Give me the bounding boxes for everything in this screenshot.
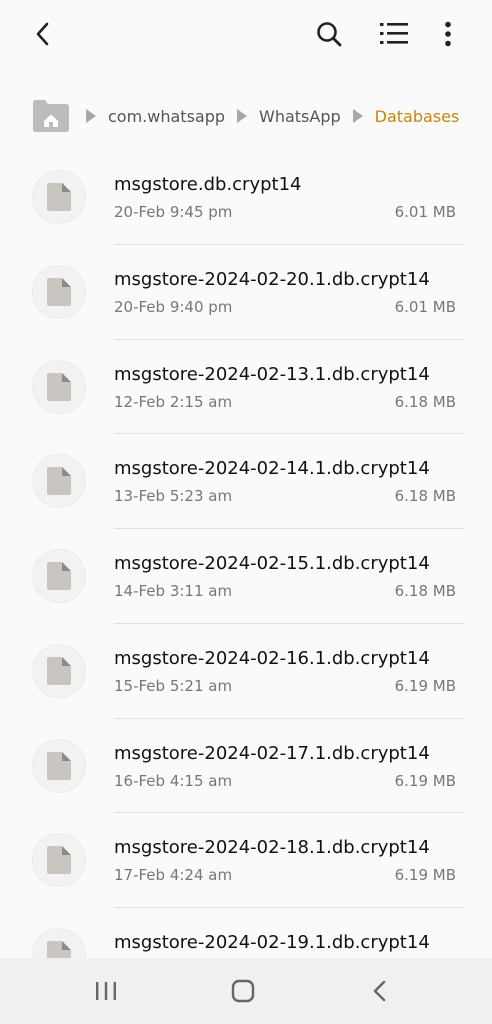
system-back-button[interactable]	[360, 971, 400, 1011]
search-icon	[317, 22, 342, 47]
file-date: 12-Feb 2:15 am	[114, 392, 233, 411]
file-date: 17-Feb 4:24 am	[114, 866, 233, 885]
file-date: 13-Feb 5:23 am	[114, 487, 233, 506]
file-row[interactable]: msgstore-2024-02-15.1.db.crypt14 14-Feb …	[0, 529, 492, 624]
file-name: msgstore.db.crypt14	[114, 174, 302, 195]
breadcrumb-separator	[352, 109, 363, 123]
file-icon	[32, 359, 86, 414]
file-date: 16-Feb 4:15 am	[114, 771, 233, 790]
file-size: 6.19 MB	[394, 771, 456, 790]
file-row[interactable]: msgstore.db.crypt14 20-Feb 9:45 pm 6.01 …	[0, 150, 492, 245]
breadcrumb-separator	[86, 109, 96, 123]
file-size: 6.01 MB	[394, 297, 456, 316]
recent-apps-icon	[96, 982, 116, 1000]
breadcrumb-item-databases: Databases	[374, 106, 460, 126]
file-icon	[32, 454, 86, 509]
more-options-button[interactable]	[428, 14, 468, 54]
file-size: 6.19 MB	[394, 866, 456, 885]
chevron-left-icon	[36, 22, 49, 46]
file-row[interactable]: msgstore-2024-02-16.1.db.crypt14 15-Feb …	[0, 624, 492, 719]
file-manager-screen: com.whatsapp WhatsApp Databases msgstore…	[0, 0, 492, 1024]
system-navigation-bar	[0, 958, 492, 1024]
home-circle-icon	[231, 979, 255, 1003]
file-size: 6.19 MB	[394, 676, 456, 695]
file-name: msgstore-2024-02-15.1.db.crypt14	[114, 553, 430, 574]
file-icon	[32, 170, 86, 224]
file-size: 6.18 MB	[394, 392, 456, 411]
breadcrumb-item-whatsapp[interactable]: WhatsApp	[259, 107, 341, 126]
file-date: 20-Feb 9:40 pm	[114, 297, 233, 316]
file-date: 15-Feb 5:21 am	[114, 676, 233, 695]
file-size: 6.18 MB	[394, 582, 456, 600]
breadcrumb: com.whatsapp WhatsApp Databases	[32, 96, 476, 136]
file-icon	[32, 264, 86, 319]
breadcrumb-item-com-whatsapp[interactable]: com.whatsapp	[108, 107, 225, 126]
file-icon	[32, 549, 86, 603]
file-name: msgstore-2024-02-13.1.db.crypt14	[114, 363, 430, 385]
more-vertical-icon	[445, 21, 451, 47]
file-icon	[32, 833, 86, 888]
folder-home-icon[interactable]	[32, 99, 70, 133]
recent-apps-button[interactable]	[86, 971, 126, 1011]
top-toolbar	[0, 0, 492, 72]
list-view-button[interactable]	[374, 14, 414, 54]
home-button[interactable]	[223, 971, 263, 1011]
file-size: 6.01 MB	[394, 203, 456, 221]
file-name: msgstore-2024-02-16.1.db.crypt14	[114, 647, 430, 669]
file-size: 6.18 MB	[394, 487, 456, 506]
file-name: msgstore-2024-02-20.1.db.crypt14	[114, 268, 430, 290]
file-name: msgstore-2024-02-18.1.db.crypt14	[114, 837, 430, 859]
file-list: msgstore.db.crypt14 20-Feb 9:45 pm 6.01 …	[0, 150, 492, 1003]
file-row[interactable]: msgstore-2024-02-17.1.db.crypt14 16-Feb …	[0, 719, 492, 814]
file-row[interactable]: msgstore-2024-02-18.1.db.crypt14 17-Feb …	[0, 813, 492, 908]
list-view-icon	[380, 23, 408, 44]
file-date: 14-Feb 3:11 am	[114, 582, 233, 600]
back-button[interactable]	[23, 14, 63, 54]
file-name: msgstore-2024-02-17.1.db.crypt14	[114, 742, 430, 764]
file-name: msgstore-2024-02-19.1.db.crypt14	[114, 932, 430, 953]
file-icon	[32, 738, 86, 793]
file-name: msgstore-2024-02-14.1.db.crypt14	[114, 458, 430, 480]
file-date: 20-Feb 9:45 pm	[114, 203, 233, 221]
file-icon	[32, 643, 86, 698]
file-row[interactable]: msgstore-2024-02-20.1.db.crypt14 20-Feb …	[0, 245, 492, 340]
file-row[interactable]: msgstore-2024-02-13.1.db.crypt14 12-Feb …	[0, 340, 492, 435]
search-button[interactable]	[309, 14, 349, 54]
breadcrumb-separator	[237, 109, 248, 123]
file-row[interactable]: msgstore-2024-02-14.1.db.crypt14 13-Feb …	[0, 434, 492, 529]
back-chevron-icon	[373, 980, 386, 1002]
